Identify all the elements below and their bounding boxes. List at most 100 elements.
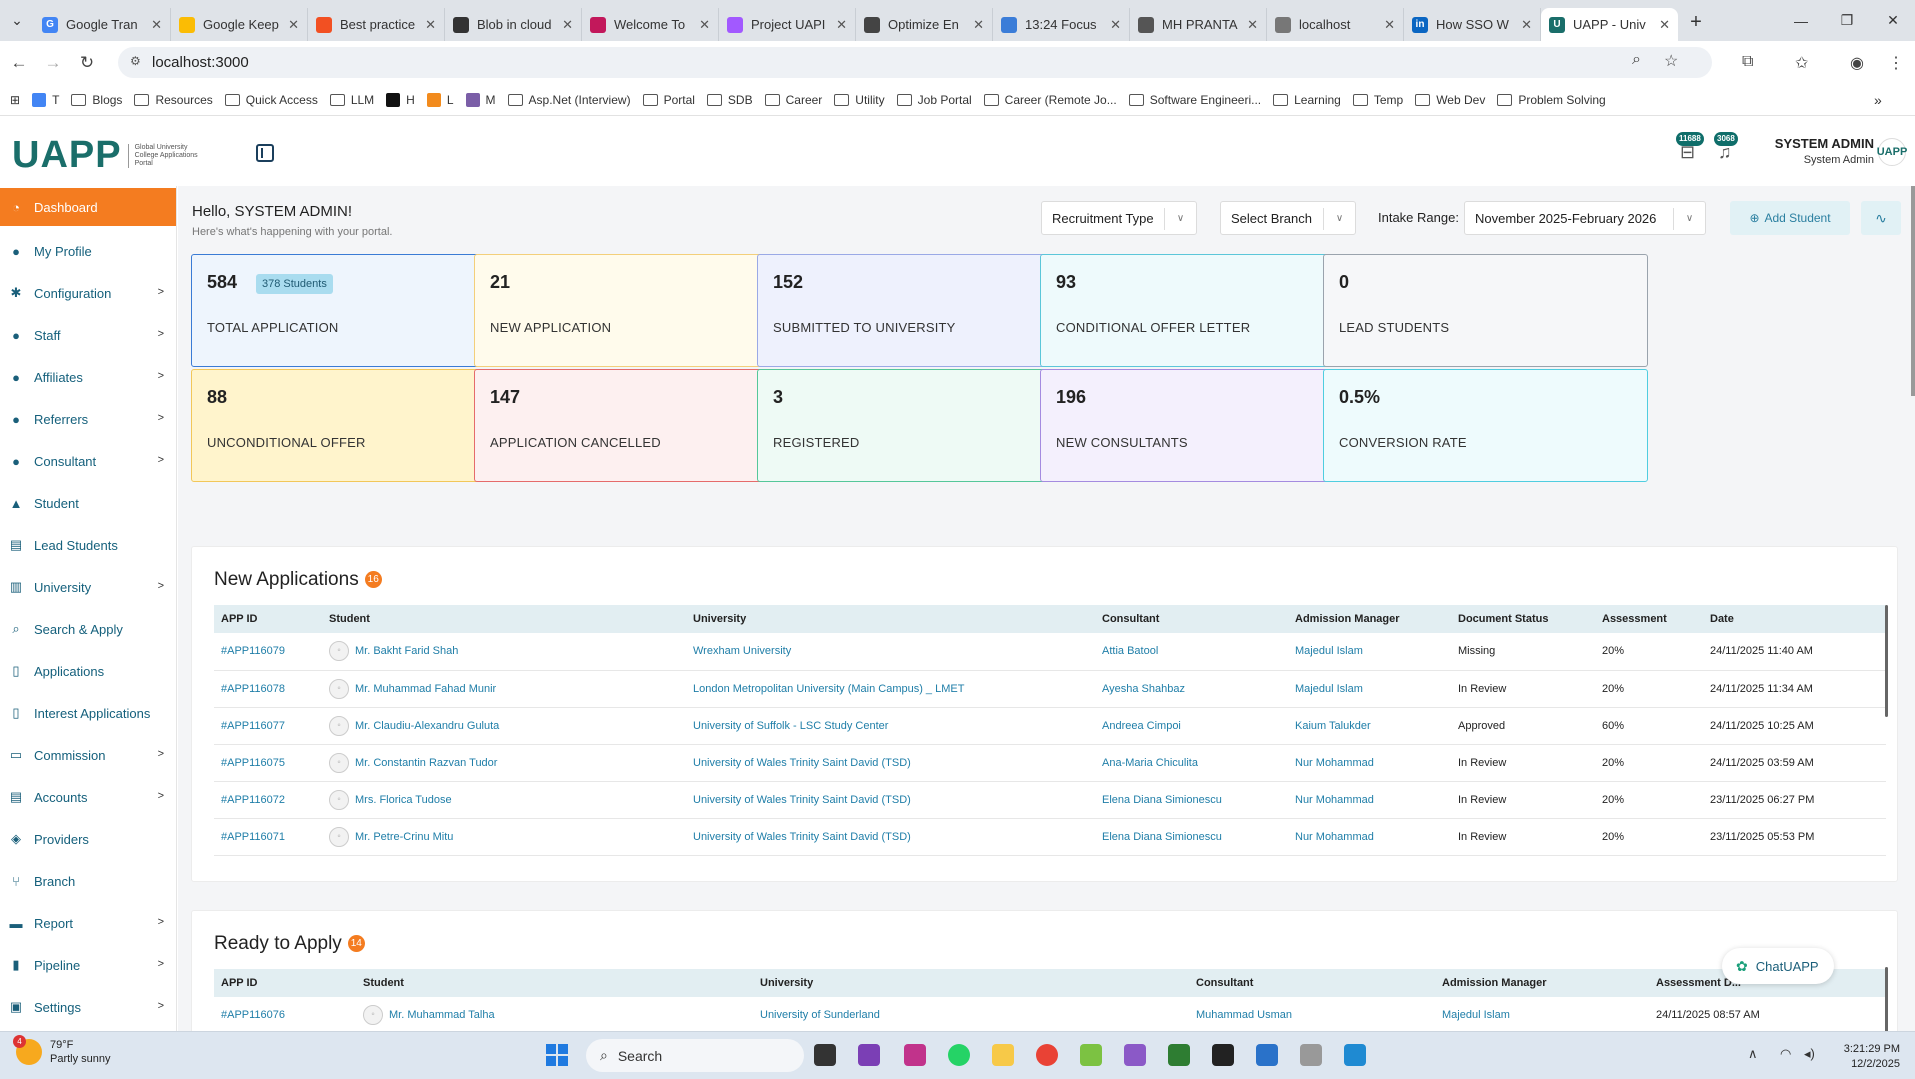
bookmark-item[interactable]: T [32,92,59,107]
system-clock[interactable]: 3:21:29 PM 12/2/2025 [1820,1042,1900,1072]
sidebar-item-consultant[interactable]: ● Consultant > [0,440,176,482]
consultant-link[interactable]: Ana-Maria Chiculita [1095,744,1288,782]
manager-link[interactable]: Majedul Islam [1435,997,1649,1031]
minimize-button[interactable]: — [1778,0,1824,41]
consultant-link[interactable]: Muhammad Usman [1189,997,1435,1031]
stat-card[interactable]: 152 SUBMITTED TO UNIVERSITY [757,254,1082,367]
student-cell[interactable]: ◦ Mr. Claudiu-Alexandru Guluta [322,707,686,745]
manager-link[interactable]: Nur Mohammad [1288,744,1451,782]
consultant-link[interactable]: Attia Batool [1095,633,1288,671]
app-logo[interactable]: UAPP Global University College Applicati… [12,134,203,177]
browser-tab[interactable]: MH PRANTA ✕ [1130,8,1267,41]
browser-tab[interactable]: in How SSO W ✕ [1404,8,1541,41]
browser-tab[interactable]: 13:24 Focus ✕ [993,8,1130,41]
app-id-link[interactable]: #APP116079 [214,633,322,671]
zoom-icon[interactable]: ⌕ [1632,51,1641,69]
stat-card[interactable]: 147 APPLICATION CANCELLED [474,369,799,482]
paint-icon[interactable] [1080,1044,1102,1066]
bookmark-item[interactable]: Temp [1352,93,1403,107]
consultant-link[interactable]: Ayesha Shahbaz [1095,670,1288,708]
notepad-icon[interactable] [1168,1044,1190,1066]
manager-link[interactable]: Nur Mohammad [1288,818,1451,856]
table-row[interactable]: #APP116077 ◦ Mr. Claudiu-Alexandru Guluta U… [214,707,1886,745]
bookmark-item[interactable]: Career [764,93,822,107]
table-row[interactable]: #APP116071 ◦ Mr. Petre-Crinu Mitu Universit… [214,818,1886,856]
vscode-icon[interactable] [1344,1044,1366,1066]
table-row[interactable]: #APP116076 ◦ Mr. Muhammad Talha University … [214,997,1886,1031]
bookmark-item[interactable]: Web Dev [1415,93,1485,107]
more-bookmarks-icon[interactable]: » [1874,92,1882,108]
chat-button[interactable]: ✿ ChatUAPP [1722,948,1834,984]
bookmark-item[interactable]: M [465,92,496,107]
sidebar-item-configuration[interactable]: ✱ Configuration > [0,272,176,314]
stat-card[interactable]: 0 LEAD STUDENTS [1323,254,1648,367]
sidebar-item-settings[interactable]: ▣ Settings > [0,986,176,1028]
browser-tab[interactable]: localhost ✕ [1267,8,1404,41]
sidebar-item-commission[interactable]: ▭ Commission > [0,734,176,776]
sidebar-item-staff[interactable]: ● Staff > [0,314,176,356]
sidebar-item-report[interactable]: ▬ Report > [0,902,176,944]
university-link[interactable]: University of Sunderland [753,997,1189,1031]
sidebar-toggle-icon[interactable] [256,144,274,162]
app-id-link[interactable]: #APP116078 [214,670,322,708]
stat-card[interactable]: 196 NEW CONSULTANTS [1040,369,1365,482]
close-tab-icon[interactable]: ✕ [1384,17,1395,33]
close-tab-icon[interactable]: ✕ [1110,17,1121,33]
activity-icon[interactable]: ∿ [1861,201,1901,235]
sidebar-item-accounts[interactable]: ▤ Accounts > [0,776,176,818]
wifi-icon[interactable]: ◠ [1780,1046,1791,1062]
address-bar[interactable]: ⚙ localhost:3000 ⌕ ☆ [118,47,1712,78]
whatsapp-icon[interactable] [948,1044,970,1066]
chrome-icon[interactable] [1036,1044,1058,1066]
recruitment-type-select[interactable]: Recruitment Type ∨ [1041,201,1197,235]
add-student-button[interactable]: ⊕ Add Student [1730,201,1850,235]
manager-link[interactable]: Majedul Islam [1288,670,1451,708]
reload-button[interactable]: ↻ [72,53,102,73]
app-id-link[interactable]: #APP116072 [214,781,322,819]
column-header[interactable]: University [686,605,1095,633]
browser-tab[interactable]: Welcome To ✕ [582,8,719,41]
back-button[interactable]: ← [4,53,34,73]
column-header[interactable]: Admission Manager [1435,969,1649,997]
bookmark-item[interactable]: H [386,92,415,107]
student-cell[interactable]: ◦ Mr. Petre-Crinu Mitu [322,818,686,856]
university-link[interactable]: University of Wales Trinity Saint David … [686,781,1095,819]
column-header[interactable]: Consultant [1095,605,1288,633]
file-explorer-icon[interactable] [992,1044,1014,1066]
page-scrollbar[interactable] [1911,186,1915,396]
sidebar-item-referrers[interactable]: ● Referrers > [0,398,176,440]
close-tab-icon[interactable]: ✕ [1659,17,1670,33]
restore-button[interactable]: ❐ [1824,0,1870,41]
sidebar-item-affiliates[interactable]: ● Affiliates > [0,356,176,398]
sidebar-item-lead-students[interactable]: ▤ Lead Students [0,524,176,566]
column-header[interactable]: Assessment [1595,605,1703,633]
browser-tab[interactable]: Project UAPI ✕ [719,8,856,41]
student-cell[interactable]: ◦ Mr. Bakht Farid Shah [322,633,686,671]
sidebar-item-university[interactable]: ▥ University > [0,566,176,608]
volume-icon[interactable]: ◂) [1804,1046,1815,1062]
sidebar-item-applications[interactable]: ▯ Applications [0,650,176,692]
column-header[interactable]: Consultant [1189,969,1435,997]
forward-button[interactable]: → [38,53,68,73]
terminal-icon[interactable] [1212,1044,1234,1066]
column-header[interactable]: Admission Manager [1288,605,1451,633]
browser-tab[interactable]: Optimize En ✕ [856,8,993,41]
bookmark-item[interactable]: Career (Remote Jo... [983,93,1117,107]
consultant-link[interactable]: Elena Diana Simionescu [1095,781,1288,819]
apps-icon[interactable]: ⊞ [10,93,20,107]
close-tab-icon[interactable]: ✕ [1521,17,1532,33]
bookmark-item[interactable]: Learning [1273,93,1341,107]
manager-link[interactable]: Nur Mohammad [1288,781,1451,819]
user-name[interactable]: SYSTEM ADMIN [1754,136,1874,151]
student-cell[interactable]: ◦ Mr. Constantin Razvan Tudor [322,744,686,782]
table-row[interactable]: #APP116079 ◦ Mr. Bakht Farid Shah Wrexham U… [214,633,1886,671]
remote-desktop-icon[interactable] [1256,1044,1278,1066]
sidebar-item-dashboard[interactable]: ◔ Dashboard [0,188,176,226]
settings-app-icon[interactable] [1300,1044,1322,1066]
consultant-link[interactable]: Andreea Cimpoi [1095,707,1288,745]
table-row[interactable]: #APP116072 ◦ Mrs. Florica Tudose University… [214,781,1886,819]
app-id-link[interactable]: #APP116077 [214,707,322,745]
profile-avatar-icon[interactable]: ◉ [1850,53,1864,73]
sidebar-item-my-profile[interactable]: ● My Profile [0,230,176,272]
chevron-up-icon[interactable]: ∧ [1748,1046,1758,1062]
